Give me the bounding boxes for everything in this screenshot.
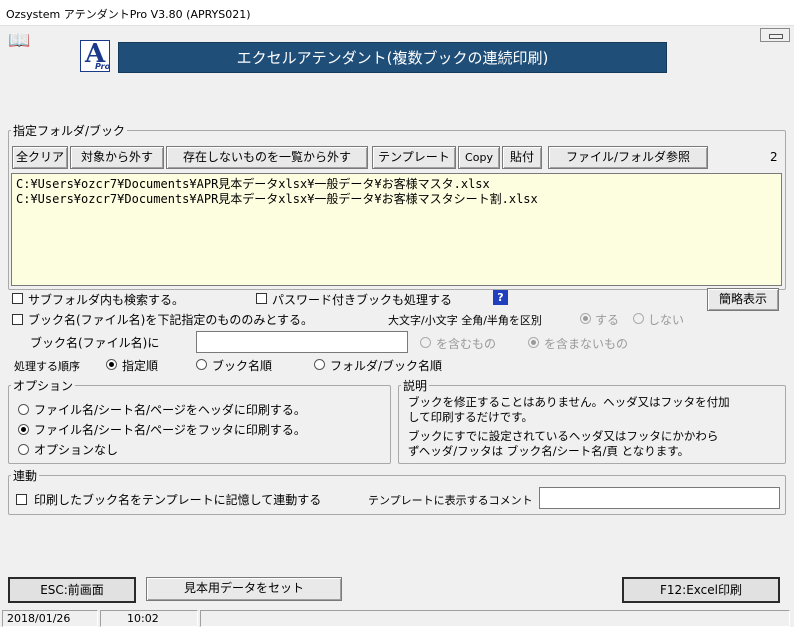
window-title: Ozsystem アテンダントPro V3.80 (APRYS021) [6, 8, 251, 21]
option-header-label: ファイル名/シート名/ページをヘッダに印刷する。 [34, 403, 306, 417]
remove-target-button[interactable]: 対象から外す [70, 146, 164, 169]
page-title-banner: エクセルアテンダント(複数ブックの連続印刷) [118, 42, 667, 73]
case-no-radio[interactable] [633, 313, 644, 324]
password-label: パスワード付きブックも処理する [272, 293, 453, 307]
status-bar: 2018/01/26 10:02 [0, 609, 794, 627]
file-list[interactable]: C:¥Users¥ozcr7¥Documents¥APR見本データxlsx¥一般… [11, 173, 782, 286]
option-group-legend: オプション [13, 379, 74, 393]
copy-button[interactable]: Copy [458, 146, 500, 169]
order-specified-radio[interactable] [106, 359, 117, 370]
include-radio[interactable] [420, 337, 431, 348]
order-bookname-label: ブック名順 [212, 359, 273, 373]
app-window: Ozsystem アテンダントPro V3.80 (APRYS021) 📖 A … [0, 0, 794, 627]
template-comment-input[interactable] [539, 487, 780, 509]
description-line: ずヘッダ/フッタは ブック名/シート名/頁 となります。 [408, 444, 690, 458]
exclude-label: を含まないもの [544, 337, 629, 351]
esc-back-button[interactable]: ESC:前画面 [8, 577, 136, 603]
case-yes-radio[interactable] [580, 313, 591, 324]
browse-file-folder-button[interactable]: ファイル/フォルダ参照 [548, 146, 708, 169]
status-time: 10:02 [100, 610, 198, 627]
remove-missing-button[interactable]: 存在しないものを一覧から外す [166, 146, 368, 169]
case-no-label: しない [648, 313, 685, 327]
bookname-only-label: ブック名(ファイル名)を下記指定のもののみとする。 [28, 313, 314, 327]
simple-view-button[interactable]: 簡略表示 [707, 288, 779, 311]
bookname-only-checkbox[interactable] [12, 314, 23, 325]
status-message [200, 610, 790, 627]
order-specified-label: 指定順 [122, 359, 159, 373]
description-line: ブックにすでに設定されているヘッダ又はフッタにかかわら [408, 429, 719, 443]
logo-sub: Pro [95, 62, 111, 71]
paste-button[interactable]: 貼付 [502, 146, 542, 169]
manual-book-icon[interactable]: 📖 [8, 32, 30, 50]
exclude-radio[interactable] [528, 337, 539, 348]
bookname-filter-input[interactable] [196, 331, 408, 353]
file-count: 2 [770, 150, 778, 164]
list-item[interactable]: C:¥Users¥ozcr7¥Documents¥APR見本データxlsx¥一般… [16, 192, 777, 207]
description-text: ブックを修正することはありません。ヘッダ又はフッタを付加 して印刷するだけです。… [408, 395, 730, 459]
minimize-panel-button[interactable] [760, 28, 790, 42]
order-label: 処理する順序 [14, 360, 80, 373]
subfolder-label: サブフォルダ内も検索する。 [28, 293, 185, 307]
help-icon[interactable]: ? [493, 290, 508, 305]
option-footer-radio[interactable] [18, 424, 29, 435]
link-checkbox[interactable] [16, 494, 27, 505]
include-label: を含むもの [436, 337, 497, 351]
subfolder-checkbox[interactable] [12, 293, 23, 304]
excel-print-button[interactable]: F12:Excel印刷 [622, 577, 780, 603]
set-sample-data-button[interactable]: 見本用データをセット [146, 577, 342, 601]
option-none-label: オプションなし [34, 443, 119, 457]
description-group-legend: 説明 [403, 379, 428, 393]
order-folder-bookname-label: フォルダ/ブック名順 [330, 359, 443, 373]
clear-all-button[interactable]: 全クリア [12, 146, 68, 169]
bookname-filter-label: ブック名(ファイル名)に [30, 336, 160, 350]
link-group-legend: 連動 [13, 469, 38, 483]
order-bookname-radio[interactable] [196, 359, 207, 370]
app-logo: A Pro [80, 39, 111, 72]
option-footer-label: ファイル名/シート名/ページをフッタに印刷する。 [34, 423, 306, 437]
case-label: 大文字/小文字 全角/半角を区別 [388, 314, 542, 327]
description-line: して印刷するだけです。 [408, 410, 534, 424]
template-button[interactable]: テンプレート [372, 146, 456, 169]
link-checkbox-label: 印刷したブック名をテンプレートに記憶して連動する [34, 493, 322, 507]
description-line: ブックを修正することはありません。ヘッダ又はフッタを付加 [408, 395, 730, 409]
option-header-radio[interactable] [18, 404, 29, 415]
password-checkbox[interactable] [256, 293, 267, 304]
status-date: 2018/01/26 [2, 610, 98, 627]
option-none-radio[interactable] [18, 444, 29, 455]
case-yes-label: する [595, 313, 620, 327]
list-item[interactable]: C:¥Users¥ozcr7¥Documents¥APR見本データxlsx¥一般… [16, 177, 777, 192]
folder-group-legend: 指定フォルダ/ブック [13, 124, 126, 138]
order-folder-bookname-radio[interactable] [314, 359, 325, 370]
title-bar: Ozsystem アテンダントPro V3.80 (APRYS021) [0, 0, 794, 26]
template-comment-label: テンプレートに表示するコメント [368, 494, 533, 507]
